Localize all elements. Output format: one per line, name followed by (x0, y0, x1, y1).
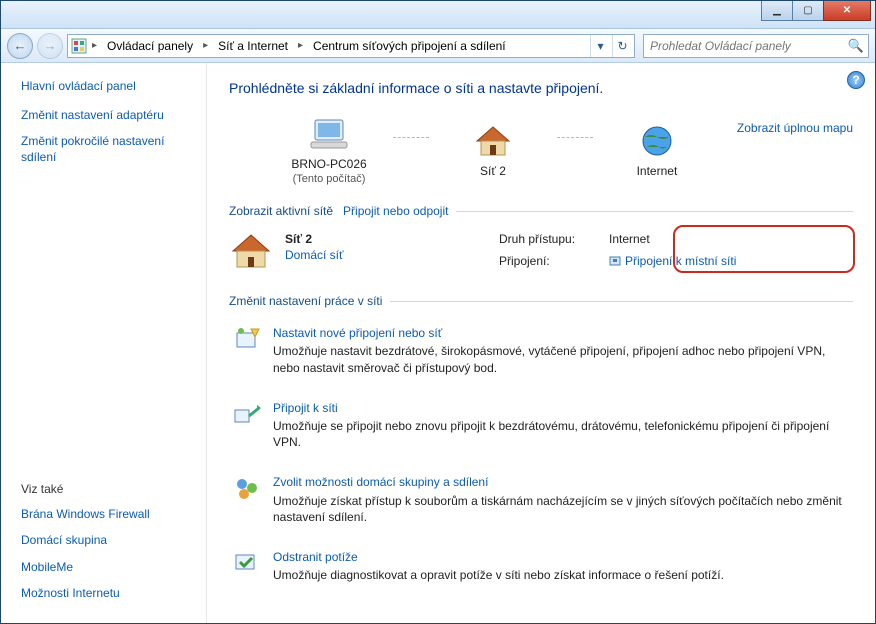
content: ? Prohlédněte si základní informace o sí… (207, 63, 875, 623)
connection-line-icon (393, 137, 429, 138)
sidebar-link-firewall[interactable]: Brána Windows Firewall (21, 506, 194, 522)
task-connect: Připojit k síti Umožňuje se připojit neb… (229, 390, 853, 465)
chevron-right-icon: ▸ (201, 40, 210, 51)
node-pc-sublabel: (Tento počítač) (293, 172, 366, 187)
connect-icon (233, 400, 261, 428)
task-link[interactable]: Nastavit nové připojení nebo síť (273, 325, 849, 341)
task-desc: Umožňuje získat přístup k souborům a tis… (273, 493, 849, 525)
page-title: Prohlédněte si základní informace o síti… (229, 79, 853, 98)
sidebar-main-link[interactable]: Hlavní ovládací panel (21, 79, 194, 93)
active-net-name: Síť 2 (285, 231, 344, 247)
network-type-link[interactable]: Domácí síť (285, 247, 344, 263)
active-networks-header: Zobrazit aktivní sítě Připojit nebo odpo… (229, 203, 853, 219)
task-new-connection: Nastavit nové připojení nebo síť Umožňuj… (229, 315, 853, 390)
wizard-icon (233, 325, 261, 353)
globe-icon (637, 123, 677, 159)
sidebar-link-internet-options[interactable]: Možnosti Internetu (21, 585, 194, 601)
minimize-button[interactable] (761, 1, 793, 21)
window-controls (762, 1, 871, 21)
address-bar[interactable]: ▸ Ovládací panely ▸ Síť a Internet ▸ Cen… (67, 34, 635, 58)
navbar: ← → ▸ Ovládací panely ▸ Síť a Internet ▸… (1, 29, 875, 63)
chevron-right-icon: ▸ (296, 40, 305, 51)
house-icon (229, 231, 273, 271)
task-link[interactable]: Odstranit potíže (273, 549, 849, 565)
sidebar-link-adapter-settings[interactable]: Změnit nastavení adaptéru (21, 107, 194, 123)
sidebar-link-advanced-sharing[interactable]: Změnit pokročilé nastavení sdílení (21, 133, 194, 165)
refresh-button[interactable]: ↻ (612, 35, 632, 57)
window: ← → ▸ Ovládací panely ▸ Síť a Internet ▸… (0, 0, 876, 624)
access-type-label: Druh přístupu: (499, 231, 609, 247)
breadcrumb-control-panel[interactable]: Ovládací panely (101, 36, 199, 56)
arrow-right-icon: → (44, 38, 57, 53)
active-network-row: Síť 2 Domácí síť Druh přístupu: Internet… (229, 225, 853, 277)
highlight-annotation (673, 225, 855, 273)
node-network: Síť 2 (433, 123, 553, 179)
node-this-pc: BRNO-PC026 (Tento počítač) (269, 116, 389, 187)
connection-line-icon (557, 137, 593, 138)
help-icon: ? (852, 72, 859, 88)
node-net-label: Síť 2 (480, 163, 506, 179)
breadcrumb-network-internet[interactable]: Síť a Internet (212, 36, 294, 56)
sidebar-see-also-header: Viz také (21, 482, 194, 496)
close-button[interactable] (823, 1, 871, 21)
task-desc: Umožňuje nastavit bezdrátové, širokopásm… (273, 343, 849, 375)
task-link[interactable]: Připojit k síti (273, 400, 849, 416)
task-link[interactable]: Zvolit možnosti domácí skupiny a sdílení (273, 474, 849, 490)
search-input[interactable] (648, 38, 848, 54)
sidebar-link-homegroup[interactable]: Domácí skupina (21, 532, 194, 548)
sidebar: Hlavní ovládací panel Změnit nastavení a… (1, 63, 207, 623)
help-button[interactable]: ? (847, 71, 865, 89)
arrow-left-icon: ← (14, 38, 27, 53)
node-internet-label: Internet (637, 163, 678, 179)
address-dropdown[interactable]: ▾ (590, 35, 610, 57)
full-map-link[interactable]: Zobrazit úplnou mapu (737, 120, 853, 136)
search-box[interactable]: 🔍 (643, 34, 869, 58)
task-homegroup: Zvolit možnosti domácí skupiny a sdílení… (229, 464, 853, 539)
control-panel-icon (70, 37, 88, 55)
connect-disconnect-link[interactable]: Připojit nebo odpojit (333, 203, 448, 219)
back-button[interactable]: ← (7, 33, 33, 59)
homegroup-icon (233, 474, 261, 502)
titlebar[interactable] (1, 1, 875, 29)
body: Hlavní ovládací panel Změnit nastavení a… (1, 63, 875, 623)
troubleshoot-icon (233, 549, 261, 577)
change-settings-header: Změnit nastavení práce v síti (229, 293, 853, 309)
house-icon (473, 123, 513, 159)
chevron-right-icon: ▸ (90, 40, 99, 51)
maximize-button[interactable] (792, 1, 824, 21)
sidebar-link-mobileme[interactable]: MobileMe (21, 559, 194, 575)
computer-icon (309, 116, 349, 152)
breadcrumb-sharing-center[interactable]: Centrum síťových připojení a sdílení (307, 36, 512, 56)
node-pc-label: BRNO-PC026 (291, 156, 366, 172)
chevron-down-icon: ▾ (597, 39, 603, 53)
node-internet: Internet (597, 123, 717, 179)
ethernet-icon (609, 255, 621, 267)
refresh-icon: ↻ (617, 39, 627, 53)
task-troubleshoot: Odstranit potíže Umožňuje diagnostikovat… (229, 539, 853, 597)
task-desc: Umožňuje se připojit nebo znovu připojit… (273, 418, 849, 450)
task-desc: Umožňuje diagnostikovat a opravit potíže… (273, 567, 849, 583)
forward-button[interactable]: → (37, 33, 63, 59)
network-map: BRNO-PC026 (Tento počítač) Síť 2 (229, 116, 853, 187)
connections-label: Připojení: (499, 253, 609, 269)
search-icon: 🔍 (848, 38, 864, 54)
